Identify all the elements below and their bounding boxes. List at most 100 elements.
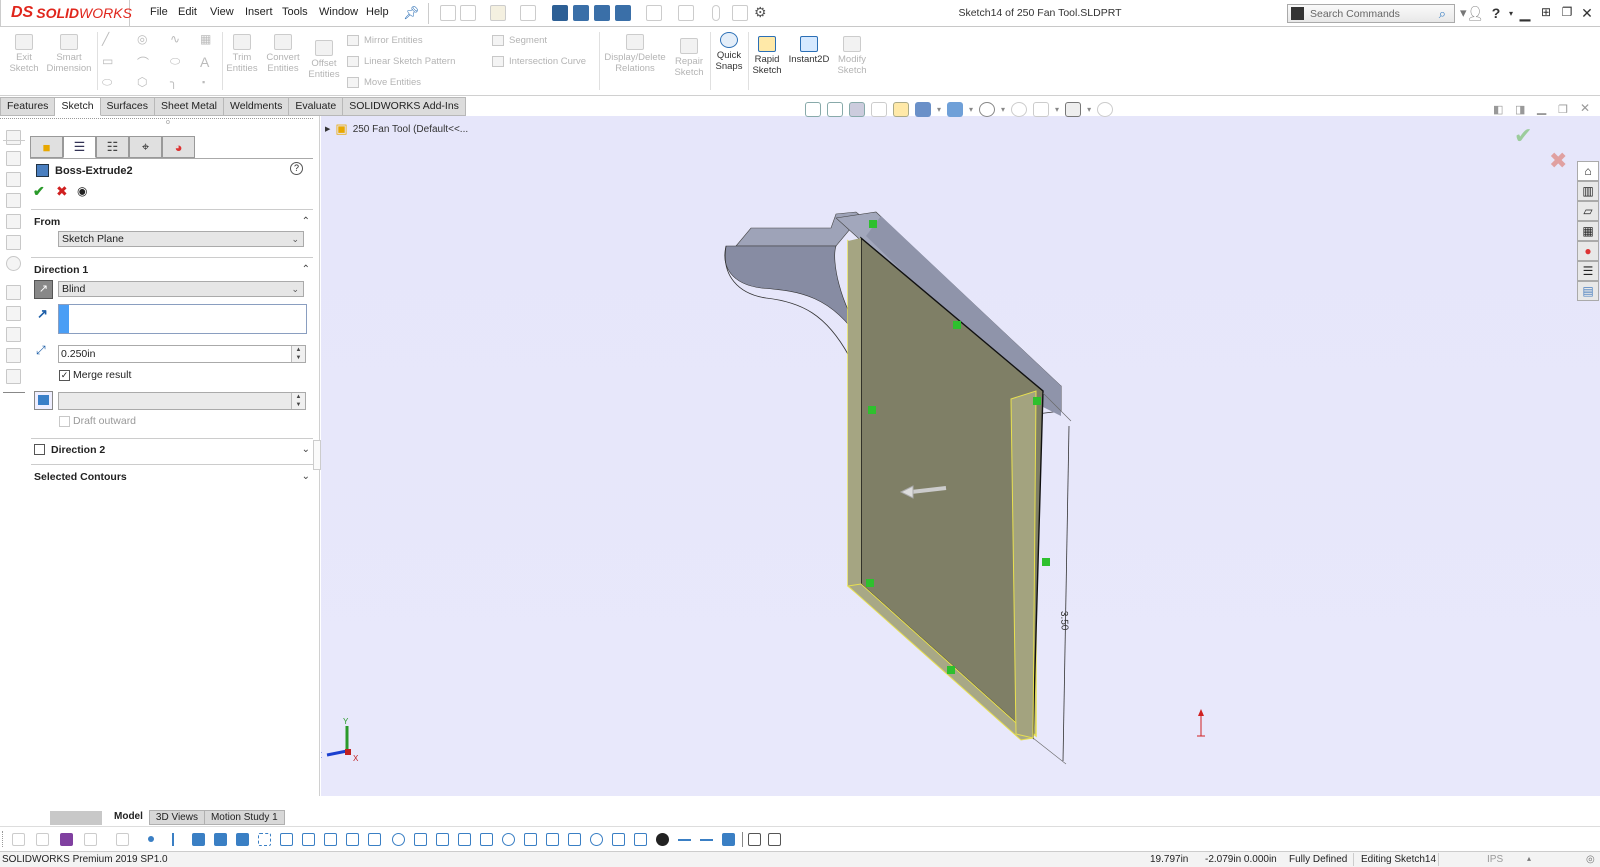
hide-show-items-icon[interactable] <box>979 102 996 117</box>
arc-tool-icon[interactable]: ⌒ <box>137 54 149 71</box>
home-icon[interactable] <box>440 5 456 21</box>
filter-mesh-facets-icon[interactable] <box>748 833 761 846</box>
toolbar-grip[interactable] <box>2 831 3 847</box>
convert-entities-button[interactable]: Convert Entities <box>262 30 304 74</box>
tile-left-icon[interactable]: ◧ <box>1493 103 1503 116</box>
save-as-icon[interactable] <box>573 5 589 21</box>
merge-result-checkbox[interactable]: ✓ <box>59 370 70 381</box>
preview-eye-button[interactable]: ◉ <box>77 184 87 198</box>
minimize-icon[interactable]: ▁ <box>1516 5 1534 22</box>
text-tool-icon[interactable]: A <box>200 54 209 70</box>
close-icon[interactable]: ✕ <box>1578 5 1596 22</box>
right-view-icon[interactable] <box>6 193 21 208</box>
help-icon[interactable]: ? <box>290 162 303 175</box>
direction1-section-header[interactable]: Direction 1 ⌃ <box>34 264 310 276</box>
spline-tool-icon[interactable]: ∿ <box>170 32 180 46</box>
display-pane-icon[interactable] <box>1097 102 1114 117</box>
filter-balloons-icon[interactable] <box>502 833 515 846</box>
cancel-button[interactable]: ✖ <box>56 183 68 200</box>
slot-tool-icon[interactable]: ⬭ <box>102 75 112 90</box>
tile-right-icon[interactable]: ◨ <box>1515 103 1525 116</box>
repair-tool-icon[interactable] <box>6 306 21 321</box>
filter-datum-targets-icon[interactable] <box>546 833 559 846</box>
filter-sketch-points-icon[interactable] <box>302 833 315 846</box>
coincident-relation-icon[interactable] <box>866 579 874 587</box>
undo-icon[interactable] <box>646 5 662 21</box>
filter-planes-icon[interactable] <box>280 833 293 846</box>
display-manager-tab[interactable]: ◕ <box>162 136 195 158</box>
invert-selection-icon[interactable] <box>116 833 129 846</box>
rapid-sketch-button[interactable]: Rapid Sketch <box>750 32 784 76</box>
from-section-header[interactable]: From ⌃ <box>34 216 310 228</box>
select-all-filter-icon[interactable] <box>84 833 97 846</box>
unit-dropdown-icon[interactable]: ▴ <box>1527 854 1531 863</box>
search-mode-icon[interactable] <box>1291 7 1304 20</box>
depth-spinner[interactable]: ▲ ▼ <box>291 346 305 362</box>
display-delete-relations-button[interactable]: Display/Delete Relations <box>602 30 668 74</box>
zoom-to-area-icon[interactable] <box>827 102 843 117</box>
tile-windows-icon[interactable]: ⊞ <box>1537 5 1555 19</box>
draft-outward-checkbox[interactable] <box>59 416 70 427</box>
viewport-close-icon[interactable]: ✕ <box>1580 101 1590 115</box>
filter-solid-bodies-icon[interactable] <box>236 833 249 846</box>
unit-system[interactable]: IPS <box>1487 854 1503 865</box>
filter-toolbar-icon[interactable] <box>36 833 49 846</box>
edit-appearance-icon[interactable] <box>1011 102 1028 117</box>
print-preview-icon[interactable] <box>552 5 568 21</box>
linear-sketch-pattern-button[interactable]: Linear Sketch Pattern <box>347 56 455 67</box>
select-icon[interactable] <box>678 5 694 21</box>
filter-routing-points-icon[interactable] <box>656 833 669 846</box>
vertical-relation-icon[interactable] <box>868 406 876 414</box>
coincident-relation-icon[interactable] <box>869 220 877 228</box>
instant2d-button[interactable]: Instant2D <box>786 32 832 65</box>
dimension-label[interactable]: 3.50 <box>1058 611 1070 631</box>
file-explorer-icon[interactable]: ▱ <box>1577 201 1599 221</box>
draft-toggle-button[interactable] <box>34 391 53 410</box>
polygon-tool-icon[interactable]: ⬡ <box>137 75 147 89</box>
view-orientation-dropdown-icon[interactable]: ▾ <box>937 105 941 114</box>
search-commands[interactable]: Search Commands ⌕ <box>1287 4 1455 23</box>
property-manager-tab[interactable]: ☰ <box>63 136 96 158</box>
view-orientation-icon[interactable] <box>915 102 931 117</box>
section-view-icon[interactable] <box>871 102 887 117</box>
line-tool-icon[interactable]: ╱ <box>102 32 109 46</box>
fillet-tool-icon[interactable]: ╮ <box>170 75 177 89</box>
filter-geometric-tolerance-icon[interactable] <box>458 833 471 846</box>
tab-evaluate[interactable]: Evaluate <box>289 97 344 116</box>
menu-help[interactable]: Help <box>366 6 389 18</box>
draft-angle-spinner[interactable]: ▲ ▼ <box>291 393 305 409</box>
repair-sketch-button[interactable]: Repair Sketch <box>670 34 708 78</box>
expand-down-icon[interactable]: ⌄ <box>302 444 310 455</box>
paste-tool-icon[interactable] <box>6 369 21 384</box>
filter-surface-bodies-icon[interactable] <box>214 833 227 846</box>
rebuild-icon[interactable] <box>712 5 720 21</box>
bottom-view-icon[interactable] <box>6 235 21 250</box>
dimxpert-tab[interactable]: ⌖ <box>129 136 162 158</box>
filter-vertices-icon[interactable] <box>148 836 154 842</box>
selected-contours-section-header[interactable]: Selected Contours ⌄ <box>34 471 310 483</box>
filter-dowel-pin-icon[interactable] <box>612 833 625 846</box>
menu-view[interactable]: View <box>210 6 234 18</box>
filter-mesh-fins-icon[interactable] <box>768 833 781 846</box>
tab-sketch[interactable]: Sketch <box>55 97 101 116</box>
apply-scene-dropdown-icon[interactable]: ▾ <box>1055 105 1059 114</box>
view-settings-icon[interactable] <box>1065 102 1082 117</box>
user-account-icon[interactable]: 👤︎ <box>1466 5 1484 22</box>
view-settings-dropdown-icon[interactable]: ▾ <box>1087 105 1091 114</box>
left-view-icon[interactable] <box>6 172 21 187</box>
point-tool-icon[interactable]: ▪ <box>202 77 205 87</box>
back-view-icon[interactable] <box>6 151 21 166</box>
panel-splitter-handle[interactable]: o <box>166 119 170 126</box>
dynamic-annotation-icon[interactable] <box>893 102 909 117</box>
restore-icon[interactable]: ❐ <box>1558 5 1576 19</box>
model-canvas[interactable]: 3.50 Y Z X <box>321 116 1600 796</box>
tab-surfaces[interactable]: Surfaces <box>100 97 155 116</box>
copy-tool-icon[interactable] <box>6 348 21 363</box>
clear-filters-icon[interactable] <box>60 833 73 846</box>
display-style-dropdown-icon[interactable]: ▾ <box>969 105 973 114</box>
quick-snaps-button[interactable]: Quick Snaps <box>712 28 746 72</box>
ok-checkmark-button[interactable]: ✔ <box>33 183 45 200</box>
collapse-up-icon[interactable]: ⌃ <box>302 216 310 227</box>
menu-file[interactable]: File <box>150 6 168 18</box>
reverse-direction-button[interactable]: ↗ <box>34 280 53 299</box>
